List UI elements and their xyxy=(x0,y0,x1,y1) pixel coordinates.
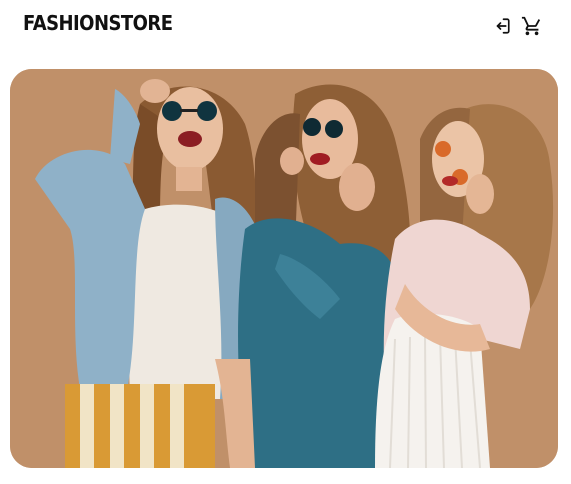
hero-banner[interactable] xyxy=(10,69,558,468)
hero-photo xyxy=(10,69,558,468)
top-bar: FASHIONSTORE xyxy=(0,0,571,56)
brand-logo[interactable]: FASHIONSTORE xyxy=(23,11,173,35)
cart-icon[interactable] xyxy=(521,15,543,37)
login-icon[interactable] xyxy=(491,15,513,37)
header-actions xyxy=(491,15,543,37)
